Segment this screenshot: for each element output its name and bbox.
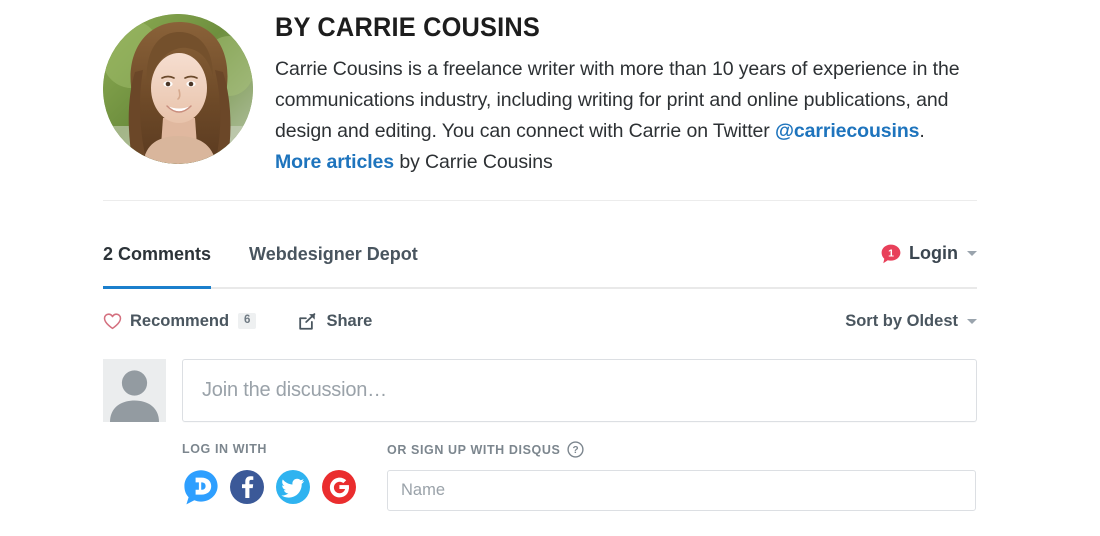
login-with-label: LOG IN WITH xyxy=(182,442,268,456)
author-bio-section: BY CARRIE COUSINS Carrie Cousins is a fr… xyxy=(103,8,978,178)
name-input-placeholder: Name xyxy=(401,481,446,499)
bio-separator: . xyxy=(919,120,925,142)
comment-composer: Join the discussion… LOG IN WITH OR SIGN… xyxy=(103,359,977,511)
disqus-comments-widget: 2 Comments Webdesigner Depot 1 Login Rec… xyxy=(103,243,977,511)
login-button[interactable]: 1 Login xyxy=(881,243,977,264)
comment-textarea-placeholder: Join the discussion… xyxy=(202,379,387,401)
comments-tabbar: 2 Comments Webdesigner Depot 1 Login xyxy=(103,243,977,289)
recommend-count-badge: 6 xyxy=(238,313,257,329)
share-button[interactable]: Share xyxy=(298,312,372,331)
share-label: Share xyxy=(326,311,373,330)
bio-text-suffix: by Carrie Cousins xyxy=(394,151,553,173)
recommend-label: Recommend xyxy=(130,311,230,330)
chevron-down-icon xyxy=(967,318,977,324)
google-login-icon[interactable] xyxy=(320,468,358,506)
section-divider xyxy=(103,200,977,201)
author-avatar xyxy=(103,14,253,164)
svg-text:?: ? xyxy=(573,445,579,456)
tab-webdesigner-depot[interactable]: Webdesigner Depot xyxy=(249,243,418,287)
recommend-button[interactable]: Recommend 6 xyxy=(103,311,257,331)
share-icon xyxy=(298,312,317,331)
author-name-heading: BY CARRIE COUSINS xyxy=(275,12,541,42)
signup-column: OR SIGN UP WITH DISQUS ? Name xyxy=(387,441,977,511)
twitter-handle-link[interactable]: @carriecousins xyxy=(775,120,920,142)
signup-heading: OR SIGN UP WITH DISQUS ? xyxy=(387,441,977,458)
chevron-down-icon xyxy=(967,251,977,256)
tab-comments[interactable]: 2 Comments xyxy=(103,243,212,289)
login-with-column: LOG IN WITH xyxy=(182,441,387,506)
svg-text:1: 1 xyxy=(888,247,894,259)
twitter-login-icon[interactable] xyxy=(274,468,312,506)
more-articles-link[interactable]: More articles xyxy=(275,151,394,173)
composer-right-column: Join the discussion… LOG IN WITH OR SIGN… xyxy=(182,359,977,511)
sort-label: Sort by Oldest xyxy=(845,311,958,330)
question-mark-icon[interactable]: ? xyxy=(567,441,585,458)
social-login-row xyxy=(182,468,387,506)
or-signup-label: OR SIGN UP WITH DISQUS xyxy=(387,442,561,457)
disqus-login-icon[interactable] xyxy=(182,468,220,506)
signup-row: LOG IN WITH OR SIGN UP WITH DISQUS ? Nam… xyxy=(182,441,977,511)
name-input[interactable]: Name xyxy=(387,470,976,511)
facebook-login-icon[interactable] xyxy=(228,468,266,506)
heart-icon xyxy=(103,312,122,331)
user-avatar-placeholder xyxy=(103,359,166,422)
login-label: Login xyxy=(909,243,958,263)
comments-actionbar: Recommend 6 Share Sort by Oldest xyxy=(103,301,977,341)
author-text-column: BY CARRIE COUSINS Carrie Cousins is a fr… xyxy=(275,8,975,178)
notification-badge-icon: 1 xyxy=(881,244,901,264)
comment-textarea[interactable]: Join the discussion… xyxy=(182,359,977,422)
sort-dropdown[interactable]: Sort by Oldest xyxy=(845,312,977,331)
author-bio-and-comments-page: BY CARRIE COUSINS Carrie Cousins is a fr… xyxy=(0,0,1100,536)
author-bio-paragraph: Carrie Cousins is a freelance writer wit… xyxy=(275,54,975,178)
